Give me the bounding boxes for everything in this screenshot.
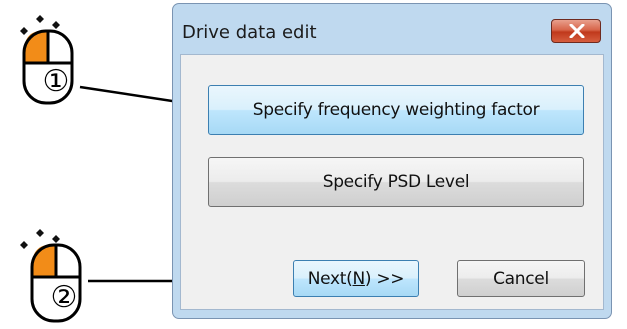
specify-frequency-weighting-label: Specify frequency weighting factor [252, 100, 540, 120]
specify-frequency-weighting-button[interactable]: Specify frequency weighting factor [208, 85, 584, 135]
next-label-suffix: ) >> [364, 268, 405, 289]
next-mnemonic: N [352, 268, 366, 289]
next-label: Next(N) >> [308, 269, 405, 289]
cancel-button[interactable]: Cancel [457, 260, 585, 297]
drive-data-edit-dialog: Drive data edit Specify frequency weight… [172, 3, 612, 319]
close-button[interactable] [551, 19, 601, 43]
specify-psd-level-label: Specify PSD Level [322, 172, 470, 192]
next-button[interactable]: Next(N) >> [293, 260, 419, 297]
step1-label: ① [42, 64, 70, 99]
close-icon [569, 24, 585, 38]
specify-psd-level-button[interactable]: Specify PSD Level [208, 157, 584, 207]
mouse-left-click-icon [8, 11, 88, 115]
cancel-label: Cancel [493, 268, 549, 289]
dialog-body: Specify frequency weighting factor Speci… [180, 54, 604, 310]
title-bar[interactable]: Drive data edit [173, 4, 611, 50]
step2-label: ② [50, 280, 78, 315]
dialog-title: Drive data edit [182, 22, 317, 43]
next-label-prefix: Next( [307, 268, 353, 289]
